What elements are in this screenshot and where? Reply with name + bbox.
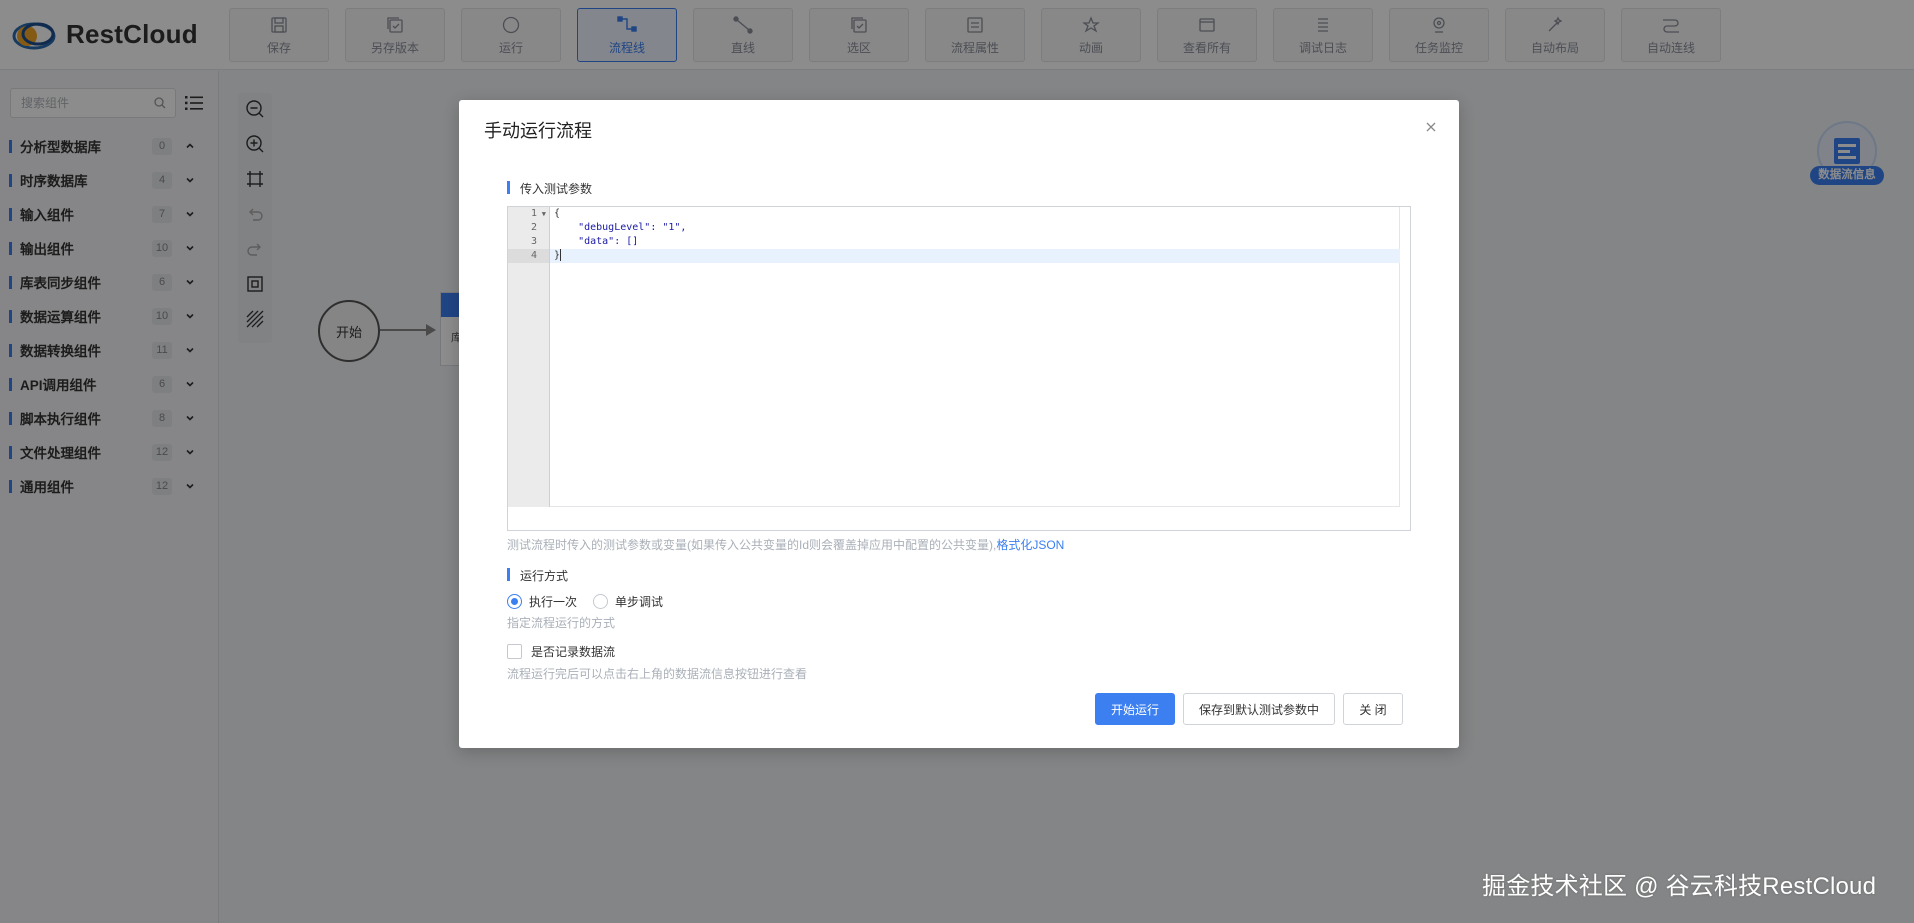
close-icon[interactable] [1424, 120, 1438, 134]
step-debug-radio[interactable]: 单步调试 [593, 593, 663, 610]
line-number: 1 ▼ [530, 207, 546, 221]
manual-run-dialog: 手动运行流程 传入测试参数 1 ▼ 2 3 4 { "debugLevel": "… [459, 100, 1459, 748]
text-cursor [560, 249, 562, 261]
json-editor-body: 1 ▼ 2 3 4 { "debugLevel": "1", "data": []… [508, 207, 1400, 507]
fold-triangle-icon[interactable]: ▼ [542, 207, 546, 221]
editor-code-area[interactable]: { "debugLevel": "1", "data": [] } [550, 207, 1400, 507]
start-run-button[interactable]: 开始运行 [1095, 693, 1175, 725]
code-line: { [554, 208, 561, 219]
dialog-title: 手动运行流程 [484, 121, 592, 141]
json-editor[interactable]: 1 ▼ 2 3 4 { "debugLevel": "1", "data": []… [507, 206, 1411, 531]
radio-unchecked [593, 594, 609, 609]
save-default-params-button[interactable]: 保存到默认测试参数中 [1183, 693, 1335, 725]
line-number: 4 [508, 249, 549, 263]
line-number: 3 [530, 236, 537, 247]
run-mode-radio-group: 执行一次 单步调试 [507, 593, 679, 610]
run-mode-section-label: 运行方式 [507, 567, 568, 584]
close-button[interactable]: 关 闭 [1343, 693, 1403, 725]
radio-checked [507, 594, 522, 609]
record-dataflow-help-text: 流程运行完后可以点击右上角的数据流信息按钮进行查看 [507, 667, 808, 681]
watermark: 掘金技术社区 @ 谷云科技RestCloud [1482, 873, 1877, 900]
record-dataflow-checkbox[interactable]: 是否记录数据流 [507, 643, 615, 660]
code-line: "debugLevel": "1", [554, 222, 687, 233]
format-json-link[interactable]: 格式化JSON [996, 538, 1064, 552]
run-mode-help-text: 指定流程运行的方式 [507, 616, 616, 630]
checkbox-unchecked [507, 644, 522, 659]
code-line: } [550, 249, 1400, 263]
params-help-text: 测试流程时传入的测试参数或变量(如果传入公共变量的Id则会覆盖掉应用中配置的公共… [507, 538, 1065, 552]
code-line: "data": [] [554, 236, 639, 247]
editor-gutter: 1 ▼ 2 3 4 [508, 207, 550, 507]
run-once-radio[interactable]: 执行一次 [507, 593, 577, 610]
line-number: 2 [530, 222, 537, 233]
params-section-label: 传入测试参数 [507, 180, 592, 197]
